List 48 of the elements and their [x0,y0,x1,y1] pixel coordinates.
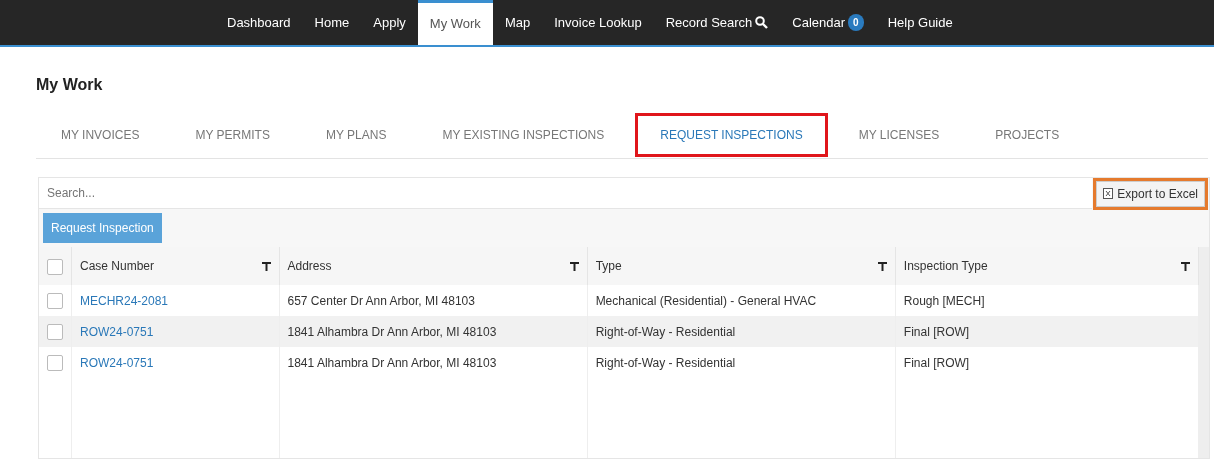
scrollbar[interactable] [1199,247,1209,458]
case-link[interactable]: MECHR24-2081 [80,293,169,308]
filter-icon[interactable] [569,261,579,271]
nav-link[interactable]: Dashboard [215,0,303,45]
table-cell: 657 Center Dr Ann Arbor, MI 48103 [287,293,475,308]
column-header: Inspection Type [903,258,988,275]
table-cell: Rough [MECH] [903,293,985,308]
export-button[interactable]: Export to Excel [1096,180,1205,207]
table-cell: Final [ROW] [903,355,970,370]
tab[interactable]: REQUEST INSPECTIONS [635,112,828,157]
case-link[interactable]: ROW24-0751 [80,324,154,339]
request-inspection-button[interactable]: Request Inspection [43,213,162,243]
tab[interactable]: MY PERMITS [170,112,295,157]
search-icon [755,16,769,29]
checkbox[interactable] [47,355,63,372]
nav-link[interactable]: Apply [361,0,418,45]
table-cell: Mechanical (Residential) - General HVAC [595,293,817,308]
checkbox[interactable] [47,293,63,310]
nav-link[interactable]: Map [492,0,543,45]
column-header: Case Number [80,258,155,275]
page-title: My Work [36,75,104,95]
table-cell: 1841 Alhambra Dr Ann Arbor, MI 48103 [287,355,497,370]
filter-icon[interactable] [1181,261,1190,271]
table-cell: 1841 Alhambra Dr Ann Arbor, MI 48103 [287,324,497,339]
tab[interactable]: MY LICENSES [833,112,965,157]
checkbox[interactable] [47,258,63,275]
filter-icon[interactable] [877,261,887,271]
filter-icon[interactable] [261,261,271,271]
nav-link[interactable]: Help Guide [875,0,965,45]
nav-link[interactable]: Calendar 0 [780,0,876,45]
count-badge: 0 [848,14,864,31]
column-header: Type [595,258,622,275]
tab[interactable]: MY PLANS [300,112,412,157]
table-cell: Right-of-Way - Residential [595,324,736,339]
tab[interactable]: PROJECTS [970,112,1085,157]
case-link[interactable]: ROW24-0751 [80,355,154,370]
table-cell: Right-of-Way - Residential [595,355,736,370]
nav-link[interactable]: Invoice Lookup [542,0,654,45]
table-cell: Final [ROW] [903,324,970,339]
nav-link[interactable]: My Work [417,0,493,45]
column-header: Address [287,258,332,275]
spreadsheet-icon [1103,188,1114,199]
checkbox[interactable] [47,324,63,341]
tab[interactable]: MY EXISTING INSPECTIONS [417,112,630,157]
nav-link[interactable]: Record Search [653,0,781,45]
search-field[interactable]: Search... [39,178,1093,209]
tab[interactable]: MY INVOICES [36,112,165,157]
nav-link[interactable]: Home [302,0,362,45]
